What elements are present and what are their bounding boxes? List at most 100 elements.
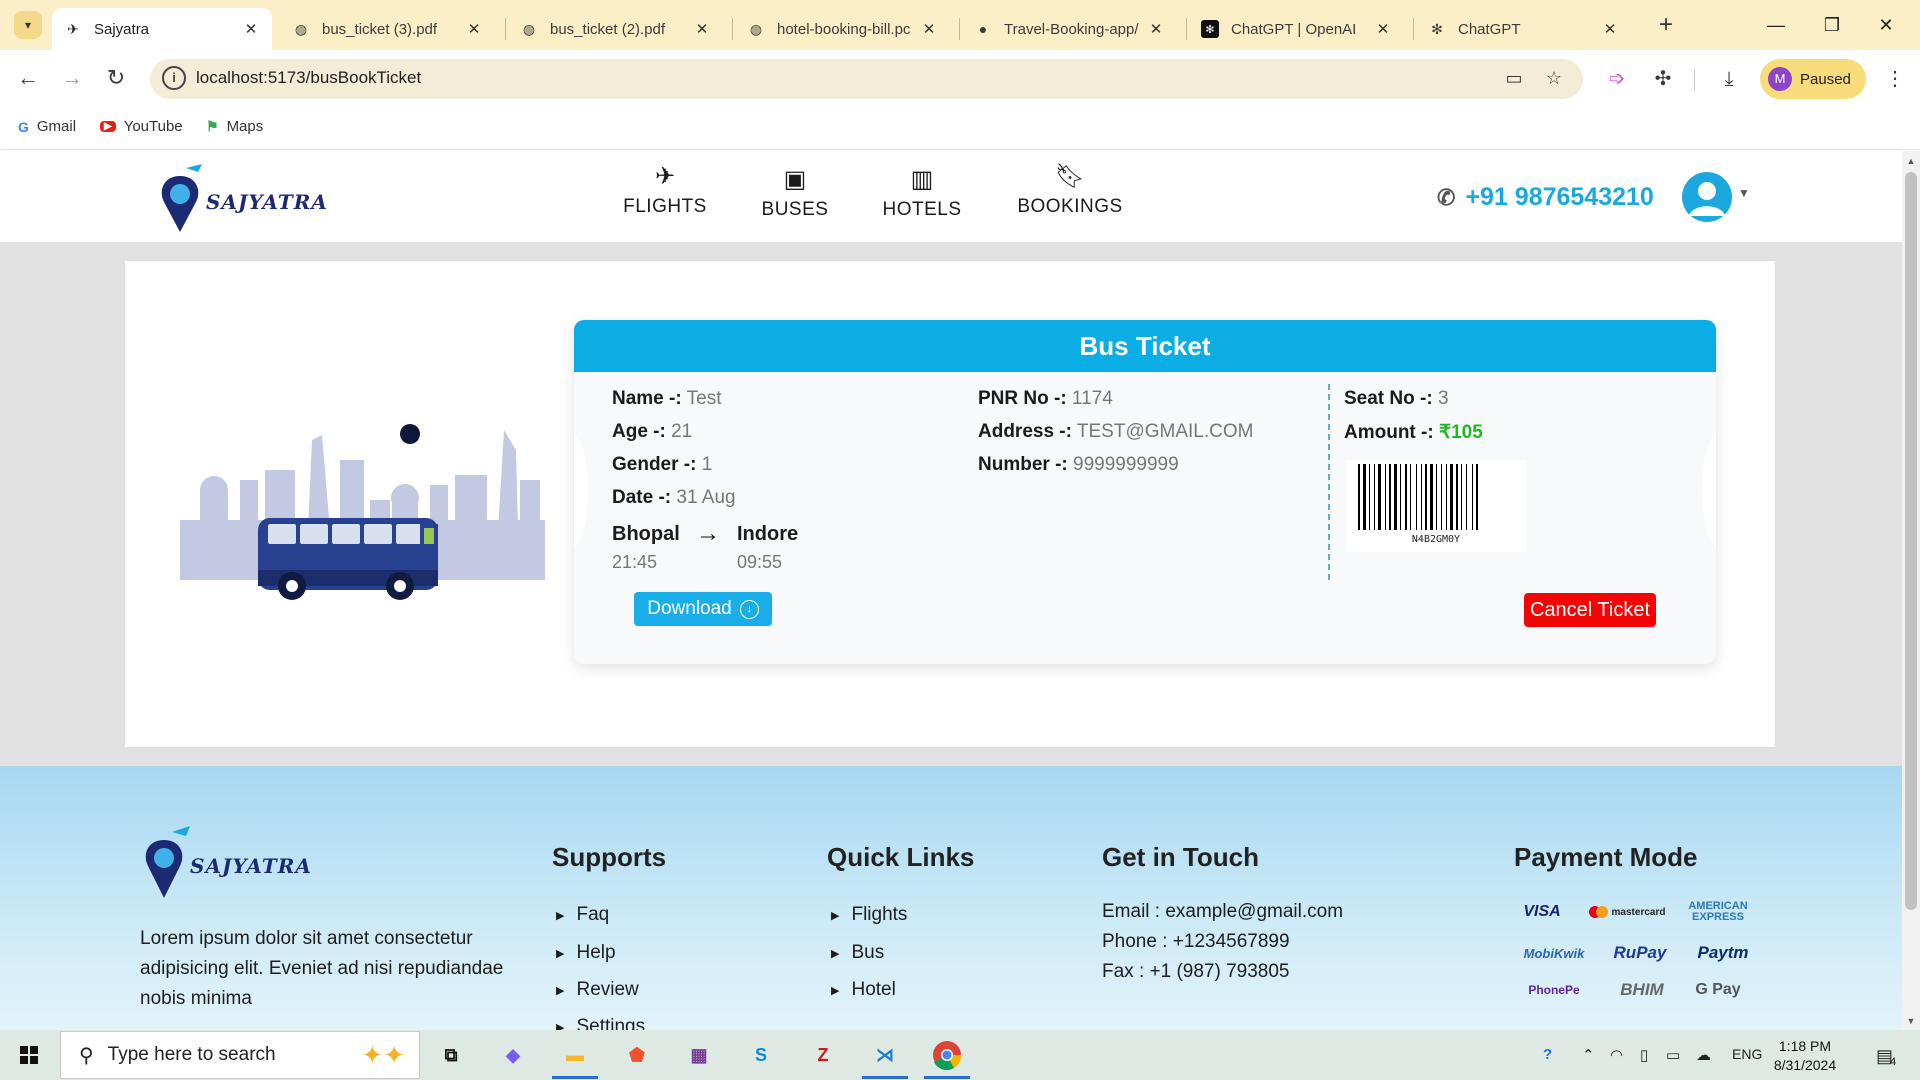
address-url[interactable]: localhost:5173/busBookTicket xyxy=(196,68,421,88)
footer-link-hotel[interactable]: ▶ Hotel xyxy=(831,979,896,1001)
bookmark-gmail[interactable]: G Gmail xyxy=(18,118,76,135)
barcode-bar xyxy=(1441,464,1442,530)
nav-bookings[interactable]: 🔖︎ BOOKINGS xyxy=(1015,162,1125,218)
task-view-icon[interactable]: ⧉ xyxy=(428,1034,474,1076)
onedrive-icon[interactable]: ☁ xyxy=(1696,1046,1711,1064)
device-icon[interactable]: ▯ xyxy=(1640,1046,1648,1064)
footer-link-faq[interactable]: ▶ Faq xyxy=(556,904,609,926)
vscode-icon[interactable]: ⋊ xyxy=(862,1034,908,1076)
tab-chatgpt-openai[interactable]: ✻ ChatGPT | OpenAI ✕ xyxy=(1189,8,1404,50)
download-button[interactable]: Download ↓ xyxy=(634,592,772,626)
contact-email[interactable]: Email : example@gmail.com xyxy=(1102,897,1343,927)
chevron-down-icon[interactable]: ▼ xyxy=(1738,186,1750,200)
nav-buses[interactable]: ▣ BUSES xyxy=(740,165,850,221)
battery-icon[interactable]: ▭ xyxy=(1666,1046,1680,1064)
phone-icon: ✆ xyxy=(1437,184,1456,210)
chrome-icon[interactable] xyxy=(924,1034,970,1076)
tab-chatgpt[interactable]: ✻ ChatGPT ✕ xyxy=(1416,8,1631,50)
globe-icon: ◍ xyxy=(749,20,763,37)
taskbar-search[interactable]: ⚲ Type here to search ✦✦ xyxy=(60,1031,420,1079)
tab-sajyatra[interactable]: ✈ Sajyatra ✕ xyxy=(52,8,272,50)
barcode-bar xyxy=(1363,464,1366,530)
site-logo[interactable]: SAJYATRA xyxy=(156,162,327,234)
scroll-up-arrow[interactable]: ▲ xyxy=(1905,156,1917,166)
close-icon[interactable]: ✕ xyxy=(1374,20,1392,38)
close-icon[interactable]: ✕ xyxy=(693,20,711,38)
barcode-bar xyxy=(1400,464,1401,530)
bookmark-star-icon[interactable]: ☆ xyxy=(1542,66,1566,90)
language-indicator[interactable]: ENG xyxy=(1732,1046,1762,1062)
reload-button[interactable]: ↻ xyxy=(100,62,132,94)
skype-icon[interactable]: S xyxy=(738,1034,784,1076)
windows-start-button[interactable] xyxy=(14,1040,44,1070)
minimize-button[interactable]: — xyxy=(1756,8,1796,42)
winrar-icon[interactable]: ▦ xyxy=(676,1034,722,1076)
tab-separator xyxy=(1413,18,1414,40)
scroll-down-arrow[interactable]: ▼ xyxy=(1905,1016,1917,1026)
extensions-puzzle-icon[interactable]: ✣ xyxy=(1648,64,1678,94)
footer-link-help[interactable]: ▶ Help xyxy=(556,942,616,964)
close-icon[interactable]: ✕ xyxy=(1147,20,1165,38)
nav-flights[interactable]: ✈ FLIGHTS xyxy=(610,162,720,218)
from-city: Bhopal xyxy=(612,523,680,545)
scrollbar-thumb[interactable] xyxy=(1905,172,1917,910)
sparkle-icon: ✦✦ xyxy=(361,1039,405,1070)
restore-button[interactable]: ❐ xyxy=(1812,8,1852,42)
downloads-icon[interactable]: ⤓ xyxy=(1714,64,1744,94)
get-in-touch-heading: Get in Touch xyxy=(1102,842,1259,872)
tab-hotel-booking-bill[interactable]: ◍ hotel-booking-bill.pc ✕ xyxy=(735,8,950,50)
file-explorer-icon[interactable]: ▬ xyxy=(552,1034,598,1076)
close-icon[interactable]: ✕ xyxy=(920,20,938,38)
close-icon[interactable]: ✕ xyxy=(465,20,483,38)
passenger-gender: Gender -: 1 xyxy=(612,454,713,475)
rupay-logo: RuPay xyxy=(1613,943,1667,962)
caret-right-icon: ▶ xyxy=(556,947,565,960)
nav-hotels[interactable]: ▥ HOTELS xyxy=(867,165,977,221)
wifi-icon[interactable]: ◠ xyxy=(1610,1046,1623,1064)
travel-date: Date -: 31 Aug xyxy=(612,487,736,508)
forward-button[interactable]: → xyxy=(56,62,88,94)
barcode-bar xyxy=(1410,464,1411,530)
contact-phone-footer[interactable]: Phone : +1234567899 xyxy=(1102,927,1290,957)
back-button[interactable]: ← xyxy=(12,62,44,94)
barcode-bar xyxy=(1446,464,1447,530)
close-icon[interactable]: ✕ xyxy=(1601,20,1619,38)
extension-arrow-icon[interactable]: ➩ xyxy=(1602,64,1632,94)
tab-search-button[interactable]: ▾ xyxy=(14,11,42,39)
footer-link-review[interactable]: ▶ Review xyxy=(556,979,639,1001)
copilot-icon[interactable]: ◆ xyxy=(490,1034,536,1076)
footer-link-flights[interactable]: ▶ Flights xyxy=(831,904,907,926)
user-avatar[interactable] xyxy=(1682,172,1732,222)
payment-card-icon[interactable]: ▭ xyxy=(1502,66,1526,90)
toolbar-separator xyxy=(1694,70,1695,90)
barcode-icon xyxy=(1358,464,1478,530)
tab-bus-ticket-3[interactable]: ◍ bus_ticket (3).pdf ✕ xyxy=(280,8,495,50)
profile-button[interactable]: M Paused xyxy=(1760,59,1866,99)
help-icon[interactable]: ? xyxy=(1543,1046,1552,1063)
close-icon[interactable]: ✕ xyxy=(242,20,260,38)
footer-link-settings[interactable]: ▶ Settings xyxy=(556,1016,756,1030)
bookmark-maps[interactable]: ⚑ Maps xyxy=(206,118,263,135)
filezilla-icon[interactable]: Z xyxy=(800,1034,846,1076)
tab-separator xyxy=(1186,18,1187,40)
close-window-button[interactable]: ✕ xyxy=(1866,8,1906,42)
browser-menu-icon[interactable]: ⋮ xyxy=(1880,64,1910,94)
site-info-icon[interactable]: i xyxy=(162,66,186,90)
taskbar-clock[interactable]: 1:18 PM 8/31/2024 xyxy=(1760,1037,1850,1075)
new-tab-button[interactable]: + xyxy=(1652,12,1680,40)
paytm-logo: Paytm xyxy=(1697,943,1749,962)
cancel-ticket-button[interactable]: Cancel Ticket xyxy=(1524,593,1656,627)
tab-bus-ticket-2[interactable]: ◍ bus_ticket (2).pdf ✕ xyxy=(508,8,723,50)
footer-link-bus[interactable]: ▶ Bus xyxy=(831,942,884,964)
bus-ticket: Bus Ticket Name -: Test Age -: 21 Gender… xyxy=(574,320,1716,664)
download-icon: ↓ xyxy=(739,599,759,619)
brave-browser-icon[interactable]: ⬟ xyxy=(614,1034,660,1076)
bus-icon: ▣ xyxy=(783,166,807,193)
bookmark-youtube[interactable]: ▶ YouTube xyxy=(100,118,183,135)
footer-logo[interactable]: SAJYATRA xyxy=(140,822,311,902)
departure-time: 21:45 xyxy=(612,552,658,572)
contact-phone[interactable]: ✆ +91 9876543210 xyxy=(1437,183,1654,212)
tab-github[interactable]: ● Travel-Booking-app/ ✕ xyxy=(962,8,1177,50)
ticket-barcode: N4B2GM0Y xyxy=(1346,460,1526,552)
chevron-up-icon[interactable]: ⌃ xyxy=(1582,1046,1595,1064)
